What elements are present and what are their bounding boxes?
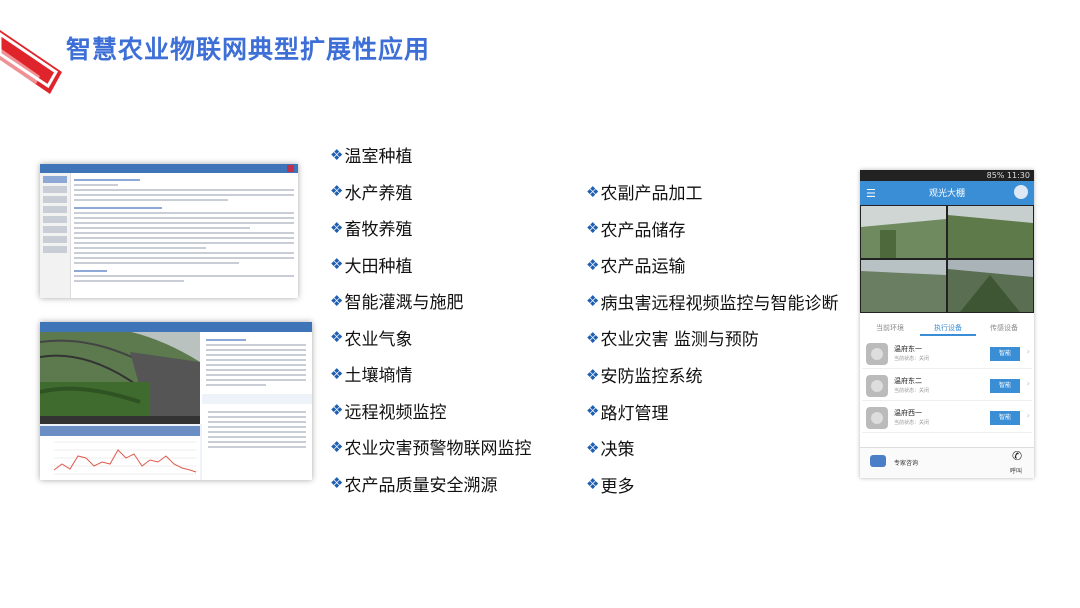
tab-bar: 当前环境 执行设备 传感设备 [860, 320, 1034, 336]
list-item: ❖ 大田种植 [330, 255, 413, 277]
list-item: ❖ 农业灾害预警物联网监控 [330, 437, 532, 460]
list-item: ❖ 决策 [586, 438, 635, 461]
tab-current-env[interactable]: 当前环境 [876, 323, 904, 333]
video-monitoring-screenshot [40, 322, 312, 480]
expert-consult-link[interactable]: 专家咨询 [894, 458, 918, 467]
list-item: ❖ 农业灾害 监测与预防 [586, 328, 759, 351]
list-item: ❖ 农产品储存 [586, 219, 686, 241]
chevron-right-icon: › [1026, 379, 1030, 388]
list-item: ❖ 温室种植 [330, 145, 413, 168]
smart-mode-button[interactable]: 智能 [990, 379, 1020, 393]
phone-icon: ✆ [1011, 449, 1022, 463]
list-item: ❖ 土壤墒情 [330, 364, 413, 387]
list-item: ❖ 农副产品加工 [586, 182, 703, 205]
tab-actuators[interactable]: 执行设备 [934, 323, 962, 333]
app-header: ☰ 观光大棚 [860, 181, 1034, 205]
list-item: ❖ 安防监控系统 [586, 365, 703, 388]
smart-mode-button[interactable]: 智能 [990, 411, 1020, 425]
list-item: ❖ 农业气象 [330, 328, 413, 350]
phone-status-bar: 85% 11:30 [860, 170, 1034, 181]
list-item: ❖ 农产品质量安全溯源 [330, 474, 498, 496]
greenhouse-camera-grid [860, 205, 1034, 313]
mobile-app-screenshot: 85% 11:30 ☰ 观光大棚 当前环境 执行设备 传感设备 温府东一 当前状… [860, 170, 1034, 478]
expert-icon [870, 455, 886, 467]
call-button[interactable]: 呼叫 [1010, 466, 1022, 475]
device-icon [866, 343, 888, 365]
greenhouse-video-image [40, 326, 200, 424]
device-row[interactable]: 温府西一 当前状态：关闭 智能 › [862, 404, 1032, 433]
list-item: ❖ 路灯管理 [586, 402, 669, 424]
corner-decoration [0, 0, 70, 100]
page-title: 智慧农业物联网典型扩展性应用 [66, 35, 431, 64]
list-item: ❖ 畜牧养殖 [330, 218, 413, 241]
list-item: ❖ 更多 [586, 475, 635, 497]
device-row[interactable]: 温府东一 当前状态：关闭 智能 › [862, 340, 1032, 369]
list-item: ❖ 水产养殖 [330, 182, 413, 204]
device-icon [866, 407, 888, 429]
tab-sensors[interactable]: 传感设备 [990, 323, 1018, 333]
device-icon [866, 375, 888, 397]
chevron-right-icon: › [1026, 411, 1030, 420]
list-item: ❖ 病虫害远程视频监控与智能诊断 [586, 292, 839, 314]
phone-footer: 专家咨询 ✆ 呼叫 [860, 447, 1034, 478]
document-system-screenshot [40, 164, 298, 298]
list-item: ❖ 农产品运输 [586, 255, 686, 278]
weather-icon [1014, 185, 1028, 199]
chevron-right-icon: › [1026, 347, 1030, 356]
list-item: ❖ 智能灌溉与施肥 [330, 291, 464, 314]
environment-trend-chart [53, 441, 197, 475]
device-row[interactable]: 温府东二 当前状态：关闭 智能 › [862, 372, 1032, 401]
list-item: ❖ 远程视频监控 [330, 401, 447, 423]
app-title: 观光大棚 [928, 189, 965, 199]
smart-mode-button[interactable]: 智能 [990, 347, 1020, 361]
